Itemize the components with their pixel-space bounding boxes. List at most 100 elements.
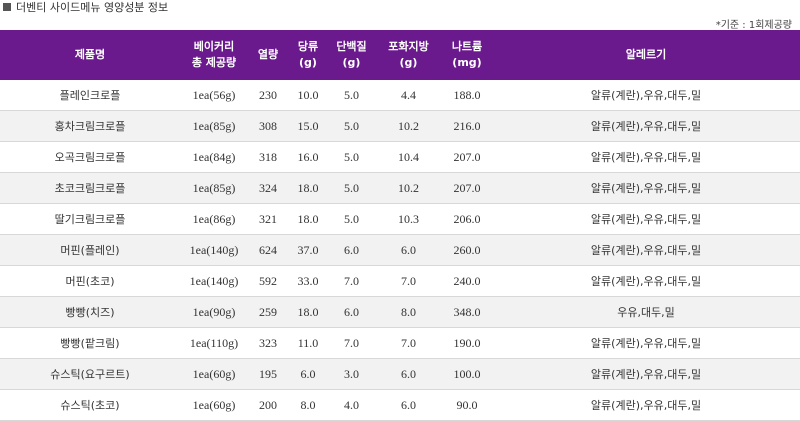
- cell-allergens: 알류(계란),우유,대두,밀: [492, 203, 800, 235]
- cell-allergens: 알류(계란),우유,대두,밀: [492, 234, 800, 266]
- cell-allergens: 알류(계란),우유,대두,밀: [492, 389, 800, 421]
- cell-calories: 230: [248, 80, 288, 111]
- cell-product-name: 슈스틱(초코): [0, 389, 180, 421]
- cell-sugars: 33.0: [288, 265, 328, 297]
- cell-protein: 7.0: [328, 327, 375, 359]
- table-row: 플레인크로플 1ea(56g) 230 10.0 5.0 4.4 188.0 알류(계란),우…: [0, 80, 800, 111]
- cell-sugars: 16.0: [288, 141, 328, 173]
- cell-calories: 324: [248, 172, 288, 204]
- cell-product-name: 머핀(초코): [0, 265, 180, 297]
- cell-calories: 200: [248, 389, 288, 421]
- table-row: 오곡크림크로플 1ea(84g) 318 16.0 5.0 10.4 207.0 알류(계란)…: [0, 141, 800, 173]
- cell-serving-size: 1ea(56g): [180, 80, 248, 111]
- cell-sodium: 240.0: [442, 265, 492, 297]
- table-row: 슈스틱(요구르트) 1ea(60g) 195 6.0 3.0 6.0 100.0 알류(계란)…: [0, 358, 800, 390]
- cell-sugars: 6.0: [288, 358, 328, 390]
- cell-saturated-fat: 6.0: [375, 234, 442, 266]
- header-calories: 열량: [248, 30, 288, 80]
- cell-sugars: 10.0: [288, 80, 328, 111]
- cell-allergens: 알류(계란),우유,대두,밀: [492, 327, 800, 359]
- cell-sodium: 90.0: [442, 389, 492, 421]
- cell-sodium: 216.0: [442, 110, 492, 142]
- section-title-text: 더벤티 사이드메뉴 영양성분 정보: [16, 1, 169, 14]
- header-protein: 단백질 (g): [328, 30, 375, 80]
- cell-protein: 6.0: [328, 234, 375, 266]
- cell-protein: 5.0: [328, 203, 375, 235]
- cell-serving-size: 1ea(140g): [180, 234, 248, 266]
- cell-serving-size: 1ea(110g): [180, 327, 248, 359]
- cell-serving-size: 1ea(86g): [180, 203, 248, 235]
- cell-protein: 7.0: [328, 265, 375, 297]
- cell-product-name: 슈스틱(요구르트): [0, 358, 180, 390]
- cell-calories: 308: [248, 110, 288, 142]
- cell-allergens: 우유,대두,밀: [492, 296, 800, 328]
- table-row: 머핀(초코) 1ea(140g) 592 33.0 7.0 7.0 240.0 알류(계란),…: [0, 265, 800, 297]
- section-title: 더벤티 사이드메뉴 영양성분 정보: [0, 0, 168, 14]
- cell-sodium: 188.0: [442, 80, 492, 111]
- cell-saturated-fat: 10.2: [375, 110, 442, 142]
- cell-serving-size: 1ea(60g): [180, 358, 248, 390]
- cell-sodium: 206.0: [442, 203, 492, 235]
- serving-basis-note: *기준 : 1회제공량: [715, 20, 792, 31]
- cell-product-name: 오곡크림크로플: [0, 141, 180, 173]
- cell-saturated-fat: 6.0: [375, 358, 442, 390]
- cell-product-name: 초코크림크로플: [0, 172, 180, 204]
- header-sugars: 당류 (g): [288, 30, 328, 80]
- cell-product-name: 홍차크림크로플: [0, 110, 180, 142]
- nutrition-table: 제품명 베이커리 총 제공량 열량 당류 (g) 단백질 (g) 포화지방 (g) 나트…: [0, 30, 800, 421]
- cell-calories: 592: [248, 265, 288, 297]
- cell-protein: 3.0: [328, 358, 375, 390]
- cell-sugars: 37.0: [288, 234, 328, 266]
- cell-saturated-fat: 10.2: [375, 172, 442, 204]
- cell-allergens: 알류(계란),우유,대두,밀: [492, 358, 800, 390]
- header-serving-size: 베이커리 총 제공량: [180, 30, 248, 80]
- header-product-name: 제품명: [0, 30, 180, 80]
- cell-allergens: 알류(계란),우유,대두,밀: [492, 265, 800, 297]
- cell-serving-size: 1ea(85g): [180, 110, 248, 142]
- cell-saturated-fat: 4.4: [375, 80, 442, 111]
- table-row: 홍차크림크로플 1ea(85g) 308 15.0 5.0 10.2 216.0 알류(계란)…: [0, 110, 800, 142]
- cell-serving-size: 1ea(90g): [180, 296, 248, 328]
- cell-allergens: 알류(계란),우유,대두,밀: [492, 80, 800, 111]
- table-row: 초코크림크로플 1ea(85g) 324 18.0 5.0 10.2 207.0 알류(계란)…: [0, 172, 800, 204]
- cell-calories: 323: [248, 327, 288, 359]
- cell-protein: 5.0: [328, 80, 375, 111]
- cell-protein: 6.0: [328, 296, 375, 328]
- header-sodium: 나트륨 (mg): [442, 30, 492, 80]
- cell-allergens: 알류(계란),우유,대두,밀: [492, 172, 800, 204]
- table-row: 슈스틱(초코) 1ea(60g) 200 8.0 4.0 6.0 90.0 알류(계란),우유…: [0, 389, 800, 421]
- cell-saturated-fat: 8.0: [375, 296, 442, 328]
- cell-calories: 624: [248, 234, 288, 266]
- cell-serving-size: 1ea(140g): [180, 265, 248, 297]
- cell-allergens: 알류(계란),우유,대두,밀: [492, 141, 800, 173]
- cell-sugars: 15.0: [288, 110, 328, 142]
- cell-sugars: 8.0: [288, 389, 328, 421]
- cell-product-name: 플레인크로플: [0, 80, 180, 111]
- cell-saturated-fat: 6.0: [375, 389, 442, 421]
- cell-product-name: 머핀(플레인): [0, 234, 180, 266]
- cell-product-name: 빵빵(팥크림): [0, 327, 180, 359]
- header-allergens: 알레르기: [492, 30, 800, 80]
- cell-protein: 5.0: [328, 110, 375, 142]
- cell-sugars: 18.0: [288, 203, 328, 235]
- table-header-row: 제품명 베이커리 총 제공량 열량 당류 (g) 단백질 (g) 포화지방 (g) 나트…: [0, 30, 800, 80]
- cell-protein: 4.0: [328, 389, 375, 421]
- cell-calories: 259: [248, 296, 288, 328]
- cell-allergens: 알류(계란),우유,대두,밀: [492, 110, 800, 142]
- cell-saturated-fat: 10.4: [375, 141, 442, 173]
- cell-saturated-fat: 10.3: [375, 203, 442, 235]
- table-row: 빵빵(치즈) 1ea(90g) 259 18.0 6.0 8.0 348.0 우유,대두,밀: [0, 296, 800, 328]
- cell-sugars: 11.0: [288, 327, 328, 359]
- cell-protein: 5.0: [328, 172, 375, 204]
- cell-sodium: 207.0: [442, 172, 492, 204]
- cell-serving-size: 1ea(84g): [180, 141, 248, 173]
- cell-saturated-fat: 7.0: [375, 327, 442, 359]
- cell-serving-size: 1ea(85g): [180, 172, 248, 204]
- cell-calories: 195: [248, 358, 288, 390]
- cell-sodium: 348.0: [442, 296, 492, 328]
- table-row: 빵빵(팥크림) 1ea(110g) 323 11.0 7.0 7.0 190.0 알류(계란)…: [0, 327, 800, 359]
- cell-sugars: 18.0: [288, 296, 328, 328]
- cell-sodium: 260.0: [442, 234, 492, 266]
- cell-calories: 321: [248, 203, 288, 235]
- cell-product-name: 딸기크림크로플: [0, 203, 180, 235]
